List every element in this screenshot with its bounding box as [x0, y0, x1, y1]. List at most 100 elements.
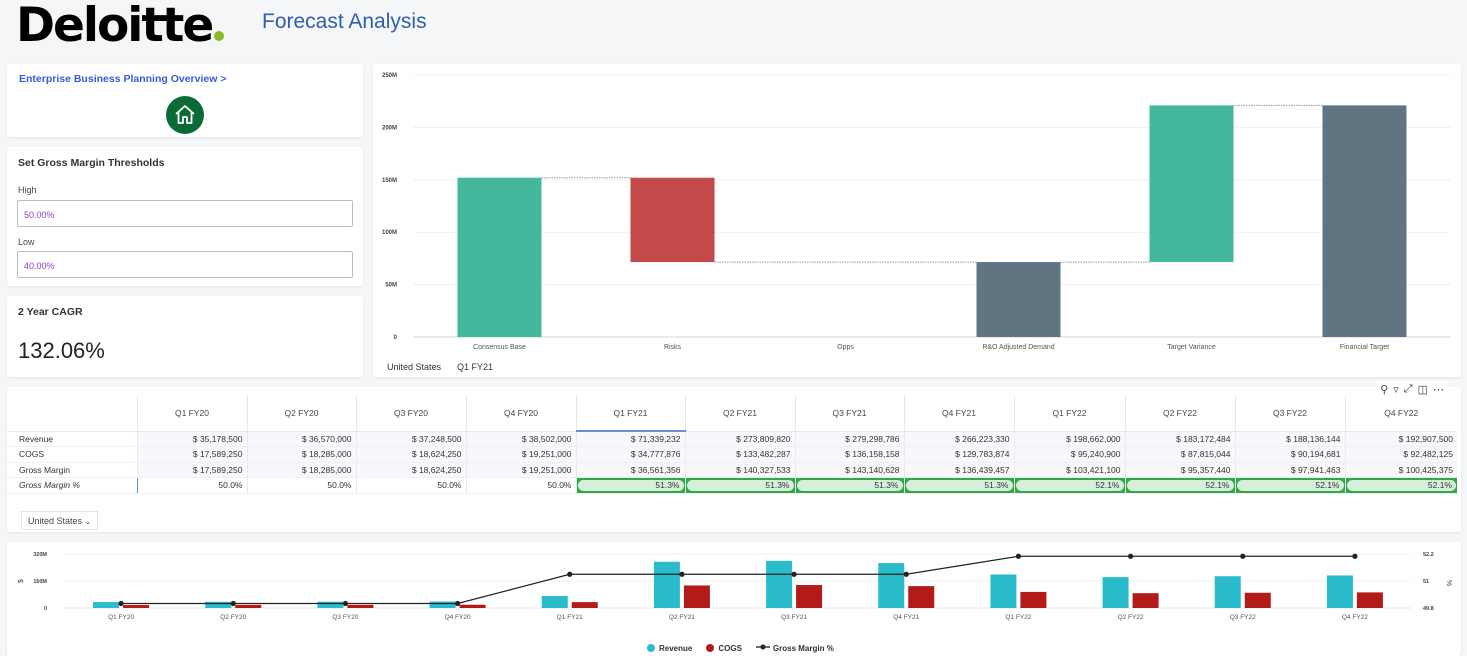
- cogs-bar[interactable]: [796, 585, 823, 608]
- table-cell[interactable]: $ 17,589,250: [136, 462, 247, 478]
- table-cell[interactable]: $ 140,327,533: [684, 462, 795, 478]
- cogs-bar[interactable]: [1020, 591, 1047, 608]
- waterfall-bar[interactable]: [457, 177, 542, 337]
- country-dropdown[interactable]: United States ⌄: [21, 511, 99, 530]
- cogs-bar[interactable]: [1356, 592, 1383, 608]
- column-header[interactable]: Q3 FY20: [355, 395, 466, 432]
- revenue-bar[interactable]: [205, 601, 232, 608]
- revenue-bar[interactable]: [653, 561, 680, 608]
- table-cell[interactable]: $ 133,482,287: [684, 446, 795, 463]
- table-cell[interactable]: $ 92,482,125: [1344, 446, 1457, 463]
- table-cell[interactable]: $ 18,624,250: [355, 446, 466, 463]
- table-cell[interactable]: $ 183,172,484: [1124, 431, 1235, 447]
- table-cell[interactable]: $ 19,251,000: [465, 462, 576, 478]
- table-cell[interactable]: 52.1%: [1013, 477, 1125, 494]
- revenue-bar[interactable]: [429, 601, 456, 608]
- table-cell[interactable]: $ 18,624,250: [355, 462, 466, 478]
- table-cell[interactable]: $ 36,561,356: [575, 462, 685, 478]
- table-cell[interactable]: $ 103,421,100: [1013, 462, 1125, 478]
- revenue-bar[interactable]: [317, 601, 344, 608]
- table-cell[interactable]: $ 18,285,000: [246, 446, 356, 463]
- gross-margin-point[interactable]: [679, 571, 685, 577]
- table-cell[interactable]: $ 17,589,250: [136, 446, 247, 463]
- cogs-bar[interactable]: [908, 586, 935, 608]
- cogs-bar[interactable]: [459, 604, 486, 608]
- table-cell[interactable]: $ 95,240,900: [1013, 446, 1125, 463]
- revenue-bar[interactable]: [541, 595, 568, 608]
- gross-margin-point[interactable]: [1352, 553, 1358, 559]
- table-cell[interactable]: $ 95,357,440: [1124, 462, 1235, 478]
- gross-margin-point[interactable]: [903, 571, 909, 577]
- column-header[interactable]: Q2 FY20: [246, 395, 356, 432]
- table-cell[interactable]: $ 143,140,628: [794, 462, 904, 478]
- waterfall-bar[interactable]: [1149, 105, 1234, 263]
- table-cell[interactable]: $ 90,194,681: [1234, 446, 1345, 463]
- table-cell[interactable]: 51.3%: [794, 477, 904, 494]
- table-cell[interactable]: 50.0%: [355, 477, 466, 494]
- table-cell[interactable]: $ 34,777,876: [575, 446, 685, 463]
- table-cell[interactable]: 52.1%: [1344, 477, 1457, 494]
- table-cell[interactable]: $ 266,223,330: [903, 431, 1014, 447]
- column-header[interactable]: Q1 FY22: [1013, 395, 1125, 432]
- legend-cogs[interactable]: COGS: [706, 643, 742, 653]
- cogs-bar[interactable]: [347, 604, 374, 608]
- table-cell[interactable]: 51.3%: [903, 477, 1014, 494]
- gross-margin-point[interactable]: [118, 600, 124, 607]
- table-cell[interactable]: $ 192,907,500: [1344, 431, 1457, 447]
- revenue-bar[interactable]: [1326, 575, 1353, 608]
- table-cell[interactable]: $ 87,815,044: [1124, 446, 1235, 463]
- table-cell[interactable]: $ 71,339,232: [575, 431, 685, 447]
- table-cell[interactable]: $ 19,251,000: [465, 446, 576, 463]
- cogs-bar[interactable]: [683, 585, 710, 608]
- cogs-bar[interactable]: [123, 605, 150, 608]
- ebp-overview-link[interactable]: Enterprise Business Planning Overview >: [19, 73, 226, 85]
- cogs-bar[interactable]: [1132, 593, 1159, 608]
- cogs-bar[interactable]: [235, 604, 262, 608]
- table-cell[interactable]: $ 36,570,000: [246, 431, 356, 447]
- column-header[interactable]: Q4 FY20: [465, 395, 576, 432]
- revenue-bar[interactable]: [878, 563, 905, 608]
- legend-revenue[interactable]: Revenue: [647, 643, 692, 653]
- table-cell[interactable]: 52.1%: [1124, 477, 1235, 494]
- revenue-bar[interactable]: [1214, 576, 1241, 608]
- low-threshold-input[interactable]: 40.00%: [17, 251, 353, 278]
- column-header[interactable]: Q1 FY21: [575, 395, 685, 432]
- gross-margin-point[interactable]: [1127, 553, 1134, 559]
- table-cell[interactable]: $ 136,158,158: [794, 446, 904, 463]
- table-cell[interactable]: 51.3%: [684, 477, 795, 494]
- table-cell[interactable]: $ 37,248,500: [355, 431, 466, 447]
- cogs-bar[interactable]: [571, 602, 598, 608]
- gross-margin-point[interactable]: [567, 571, 573, 577]
- revenue-bar[interactable]: [1102, 577, 1129, 608]
- waterfall-bar[interactable]: [630, 177, 715, 263]
- revenue-bar[interactable]: [990, 574, 1017, 608]
- column-header[interactable]: Q3 FY21: [794, 395, 904, 432]
- gross-margin-point[interactable]: [230, 600, 236, 607]
- table-cell[interactable]: $ 279,298,786: [794, 431, 904, 447]
- column-header[interactable]: Q2 FY21: [684, 395, 795, 432]
- column-header[interactable]: Q4 FY21: [903, 395, 1014, 432]
- column-header[interactable]: Q2 FY22: [1124, 395, 1235, 432]
- gross-margin-point[interactable]: [1015, 553, 1022, 559]
- table-cell[interactable]: $ 38,502,000: [465, 431, 576, 447]
- waterfall-bar[interactable]: [1322, 105, 1407, 337]
- table-cell[interactable]: $ 35,178,500: [136, 431, 247, 447]
- table-cell[interactable]: $ 198,662,000: [1013, 431, 1125, 447]
- gross-margin-point[interactable]: [454, 600, 461, 607]
- table-cell[interactable]: $ 97,941,463: [1234, 462, 1345, 478]
- table-cell[interactable]: $ 18,285,000: [246, 462, 356, 478]
- home-button[interactable]: [166, 96, 204, 134]
- table-cell[interactable]: $ 129,783,874: [903, 446, 1014, 463]
- cogs-bar[interactable]: [1244, 592, 1271, 608]
- table-cell[interactable]: $ 273,809,820: [684, 431, 795, 447]
- revenue-bar[interactable]: [93, 602, 120, 608]
- high-threshold-input[interactable]: 50.00%: [17, 200, 353, 227]
- column-header[interactable]: Q3 FY22: [1234, 395, 1345, 432]
- legend-gm-pct[interactable]: Gross Margin %: [755, 643, 834, 653]
- table-cell[interactable]: 50.0%: [246, 477, 356, 494]
- gross-margin-point[interactable]: [1240, 553, 1246, 559]
- table-cell[interactable]: 50.0%: [136, 477, 247, 494]
- revenue-bar[interactable]: [766, 560, 793, 608]
- column-header[interactable]: Q1 FY20: [136, 395, 247, 432]
- table-cell[interactable]: 52.1%: [1234, 477, 1345, 494]
